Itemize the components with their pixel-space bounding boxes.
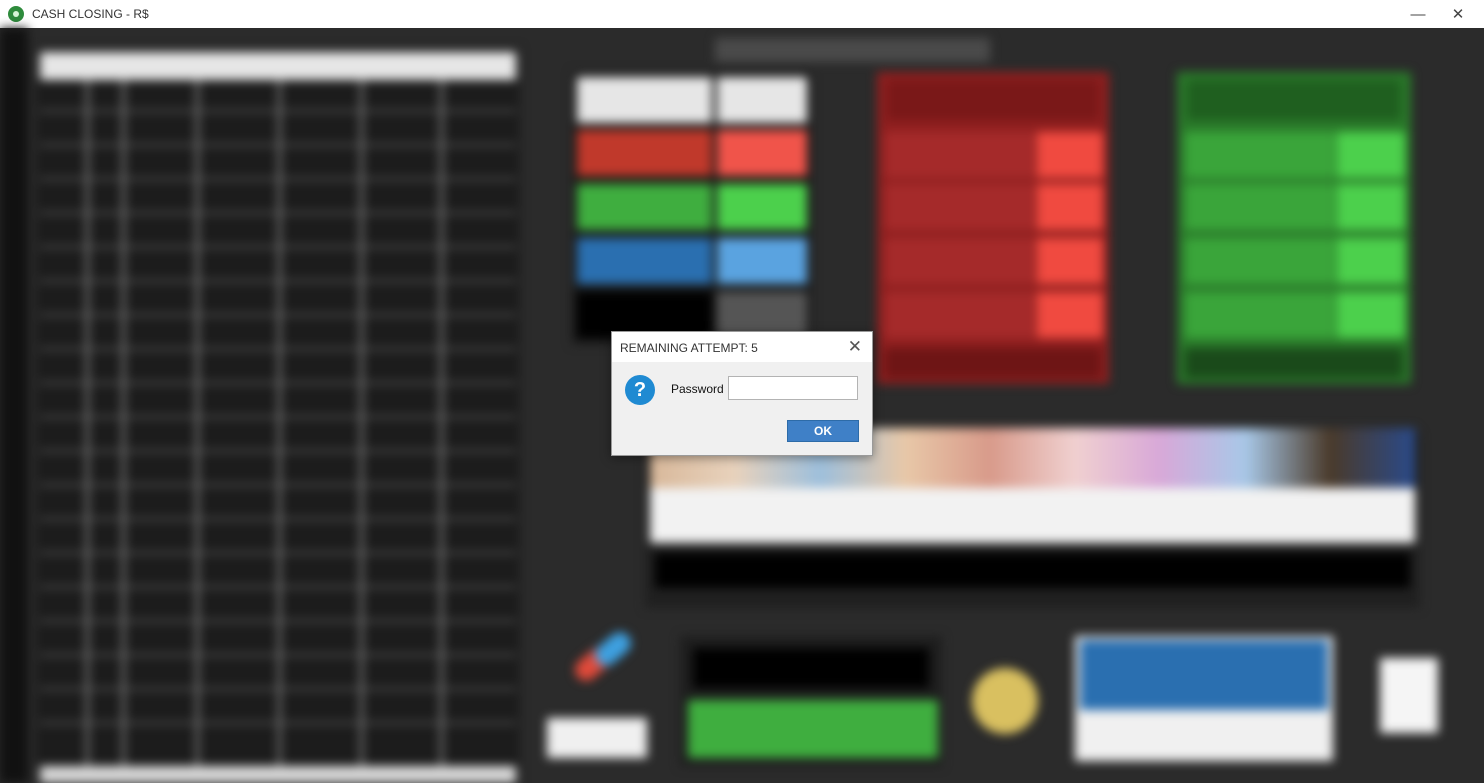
income-panel [1177, 72, 1411, 384]
minimize-icon[interactable]: — [1400, 0, 1436, 28]
difference-value [688, 700, 938, 758]
transactions-table [36, 48, 520, 783]
cash-total-bar [655, 553, 1410, 588]
table-header [40, 52, 516, 80]
password-dialog: REMAINING ATTEMPT: 5 ✕ ? Password OK [611, 331, 873, 456]
dialog-titlebar: REMAINING ATTEMPT: 5 ✕ [612, 332, 872, 362]
dialog-title: REMAINING ATTEMPT: 5 [620, 341, 758, 355]
small-button-box [547, 718, 647, 758]
password-input[interactable] [728, 376, 858, 400]
ok-button[interactable]: OK [787, 420, 859, 442]
banknote-counts [650, 488, 1415, 543]
app-icon [8, 6, 24, 22]
window-title: CASH CLOSING - R$ [32, 7, 149, 21]
dialog-close-icon[interactable]: ✕ [848, 337, 862, 357]
question-icon: ? [625, 375, 655, 405]
difference-header [693, 648, 929, 688]
password-label: Password [671, 382, 724, 396]
window-titlebar: CASH CLOSING - R$ — ✕ [0, 0, 1484, 28]
summary-panel [572, 72, 812, 344]
coin-icon [972, 668, 1038, 734]
card-header [1080, 640, 1328, 710]
table-footer [40, 766, 516, 783]
left-edge [0, 28, 28, 783]
close-icon[interactable]: ✕ [1440, 0, 1476, 28]
header-banner [715, 38, 990, 62]
clipboard-icon [1380, 658, 1438, 733]
expenses-panel [877, 72, 1109, 384]
pills-icon [575, 632, 631, 681]
